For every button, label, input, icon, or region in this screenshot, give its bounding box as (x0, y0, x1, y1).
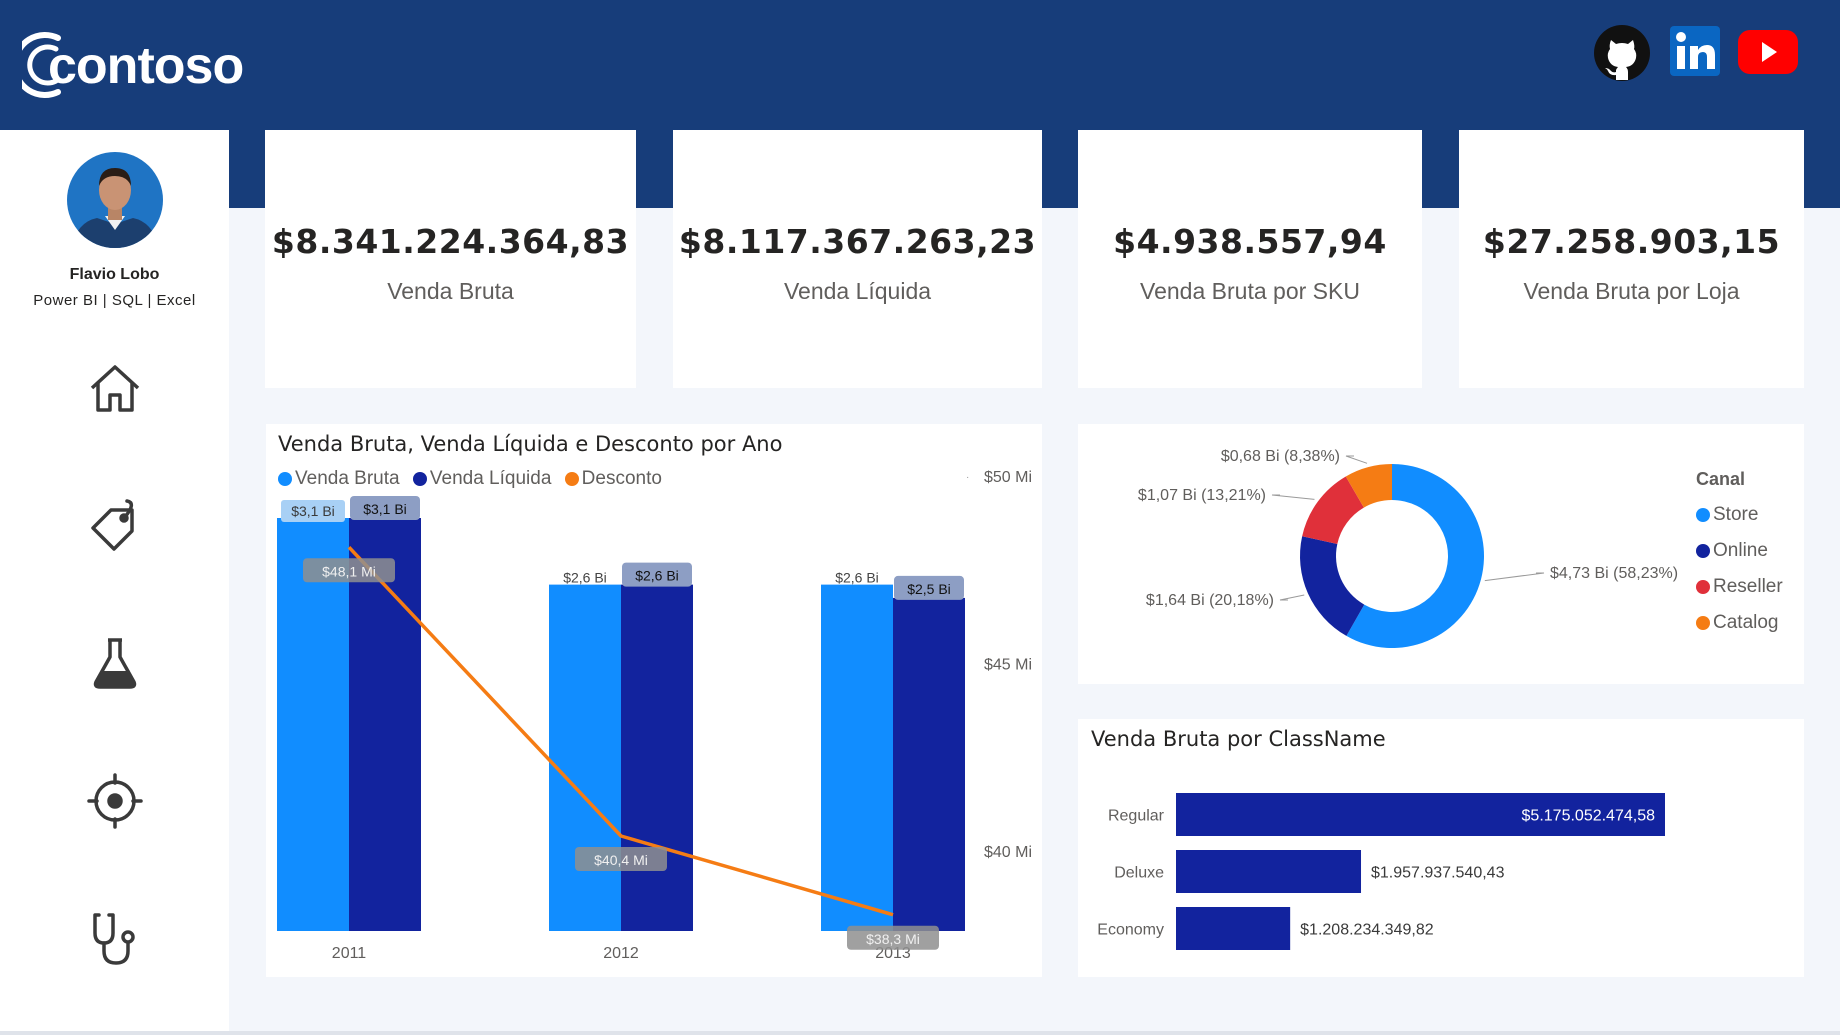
donut-data-label: $0,68 Bi (8,38%) (1221, 448, 1340, 465)
donut-data-label: $1,07 Bi (13,21%) (1138, 487, 1266, 504)
data-label-venda-bruta: $3,1 Bi (291, 503, 335, 519)
bar-venda-bruta[interactable] (549, 584, 621, 931)
bar-data-label: $1.208.234.349,82 (1300, 922, 1434, 939)
legend-dot (1696, 508, 1710, 522)
legend-item[interactable]: Store (1696, 497, 1783, 533)
y-category-label: Regular (1108, 808, 1165, 825)
contoso-logo: contoso (22, 30, 244, 106)
bar-data-label: $5.175.052.474,58 (1522, 808, 1656, 825)
data-label-venda-liquida: $2,6 Bi (635, 568, 679, 584)
combo-chart-svg: $50 Mi $45 Mi $40 Mi · 2011 $3,1 Bi $3,1 Bi 201… (277, 469, 1032, 962)
home-icon[interactable] (85, 358, 145, 418)
y-tick-label: $50 Mi (984, 469, 1032, 486)
data-label-venda-bruta: $2,6 Bi (835, 570, 879, 586)
data-label-desconto: $38,3 Mi (866, 931, 920, 947)
bar-venda-liquida[interactable] (893, 597, 965, 931)
leader-line (1271, 494, 1315, 500)
y-tick-label: $40 Mi (984, 844, 1032, 861)
bar-venda-liquida[interactable] (621, 584, 693, 931)
profile-name: Flavio Lobo (69, 266, 160, 283)
canal-legend-title: Canal (1696, 469, 1746, 489)
tag-icon[interactable] (85, 495, 145, 555)
target-icon[interactable] (85, 771, 145, 831)
data-label-desconto: $40,4 Mi (594, 852, 648, 868)
legend-dot (1696, 580, 1710, 594)
y-tick-label: $45 Mi (984, 657, 1032, 674)
hbar-chart-svg: Regular $5.175.052.474,58 Deluxe $1.957.937… (1097, 793, 1665, 950)
logo-text: contoso (48, 37, 244, 95)
legend-item[interactable]: Online (1696, 533, 1783, 569)
data-label-venda-liquida: $2,5 Bi (907, 581, 951, 597)
x-tick-label: 2011 (332, 945, 367, 962)
donut-data-label: $4,73 Bi (58,23%) (1550, 565, 1678, 582)
chart-card-ano: Venda Bruta, Venda Líquida e Desconto po… (266, 424, 1042, 977)
kpi-label: Venda Bruta por SKU (1140, 278, 1360, 304)
chart-card-canal: $4,73 Bi (58,23%) $1,64 Bi (20,18%) $1,07 … (1078, 424, 1804, 684)
legend-label: Online (1713, 540, 1768, 561)
stethoscope-icon[interactable] (85, 909, 145, 969)
chart-card-classname: Venda Bruta por ClassName Regular $5.175.… (1078, 719, 1804, 977)
kpi-value: $8.117.367.263,23 (678, 222, 1037, 261)
legend-item[interactable]: Reseller (1696, 569, 1783, 605)
legend-label: Store (1713, 504, 1759, 525)
legend-label: Catalog (1713, 612, 1779, 633)
legend-item[interactable]: Catalog (1696, 605, 1783, 641)
youtube-icon[interactable] (1738, 24, 1798, 80)
legend-label: Reseller (1713, 576, 1783, 597)
github-icon[interactable] (1593, 24, 1653, 81)
sidebar: Flavio Lobo Power BI | SQL | Excel (0, 130, 229, 1031)
data-label-desconto: $48,1 Mi (322, 563, 376, 579)
kpi-label: Venda Líquida (783, 278, 932, 304)
profile-skills: Power BI | SQL | Excel (33, 292, 196, 309)
legend-dot (1696, 544, 1710, 558)
leader-line (1345, 455, 1368, 464)
kpi-card-venda-liquida: $8.117.367.263,23 Venda Líquida (673, 130, 1042, 388)
donut-slice-online[interactable] (1300, 536, 1365, 636)
donut-data-label: $1,64 Bi (20,18%) (1146, 592, 1274, 609)
kpi-value: $8.341.224.364,83 (271, 222, 630, 261)
flask-icon[interactable] (85, 633, 145, 693)
kpi-card-venda-bruta-sku: $4.938.557,94 Venda Bruta por SKU (1078, 130, 1422, 388)
avatar (67, 152, 163, 248)
x-tick-label: 2012 (603, 945, 639, 962)
kpi-card-venda-bruta-loja: $27.258.903,15 Venda Bruta por Loja (1459, 130, 1804, 388)
donut-chart-svg: $4,73 Bi (58,23%) $1,64 Bi (20,18%) $1,07 … (1138, 448, 1678, 648)
bar-economy[interactable] (1176, 907, 1291, 950)
kpi-card-venda-bruta: $8.341.224.364,83 Venda Bruta (265, 130, 636, 388)
legend-dot (1696, 616, 1710, 630)
axis-marker: · (966, 472, 969, 483)
data-label-venda-bruta: $2,6 Bi (563, 570, 607, 586)
kpi-value: $4.938.557,94 (1113, 222, 1387, 261)
bar-data-label: $1.957.937.540,43 (1371, 865, 1505, 882)
y-category-label: Deluxe (1114, 865, 1164, 882)
kpi-label: Venda Bruta por Loja (1523, 278, 1740, 304)
bar-deluxe[interactable] (1176, 850, 1362, 893)
leader-line (1484, 572, 1545, 582)
bar-venda-bruta[interactable] (821, 584, 893, 931)
kpi-label: Venda Bruta (387, 278, 514, 304)
canal-legend: Canal Store Online Reseller Catalog (1696, 469, 1783, 641)
bottom-divider (0, 1031, 1840, 1035)
linkedin-icon[interactable] (1670, 24, 1730, 80)
y-category-label: Economy (1097, 922, 1164, 939)
leader-line (1279, 594, 1305, 601)
data-label-venda-liquida: $3,1 Bi (363, 501, 407, 517)
kpi-value: $27.258.903,15 (1482, 222, 1781, 261)
